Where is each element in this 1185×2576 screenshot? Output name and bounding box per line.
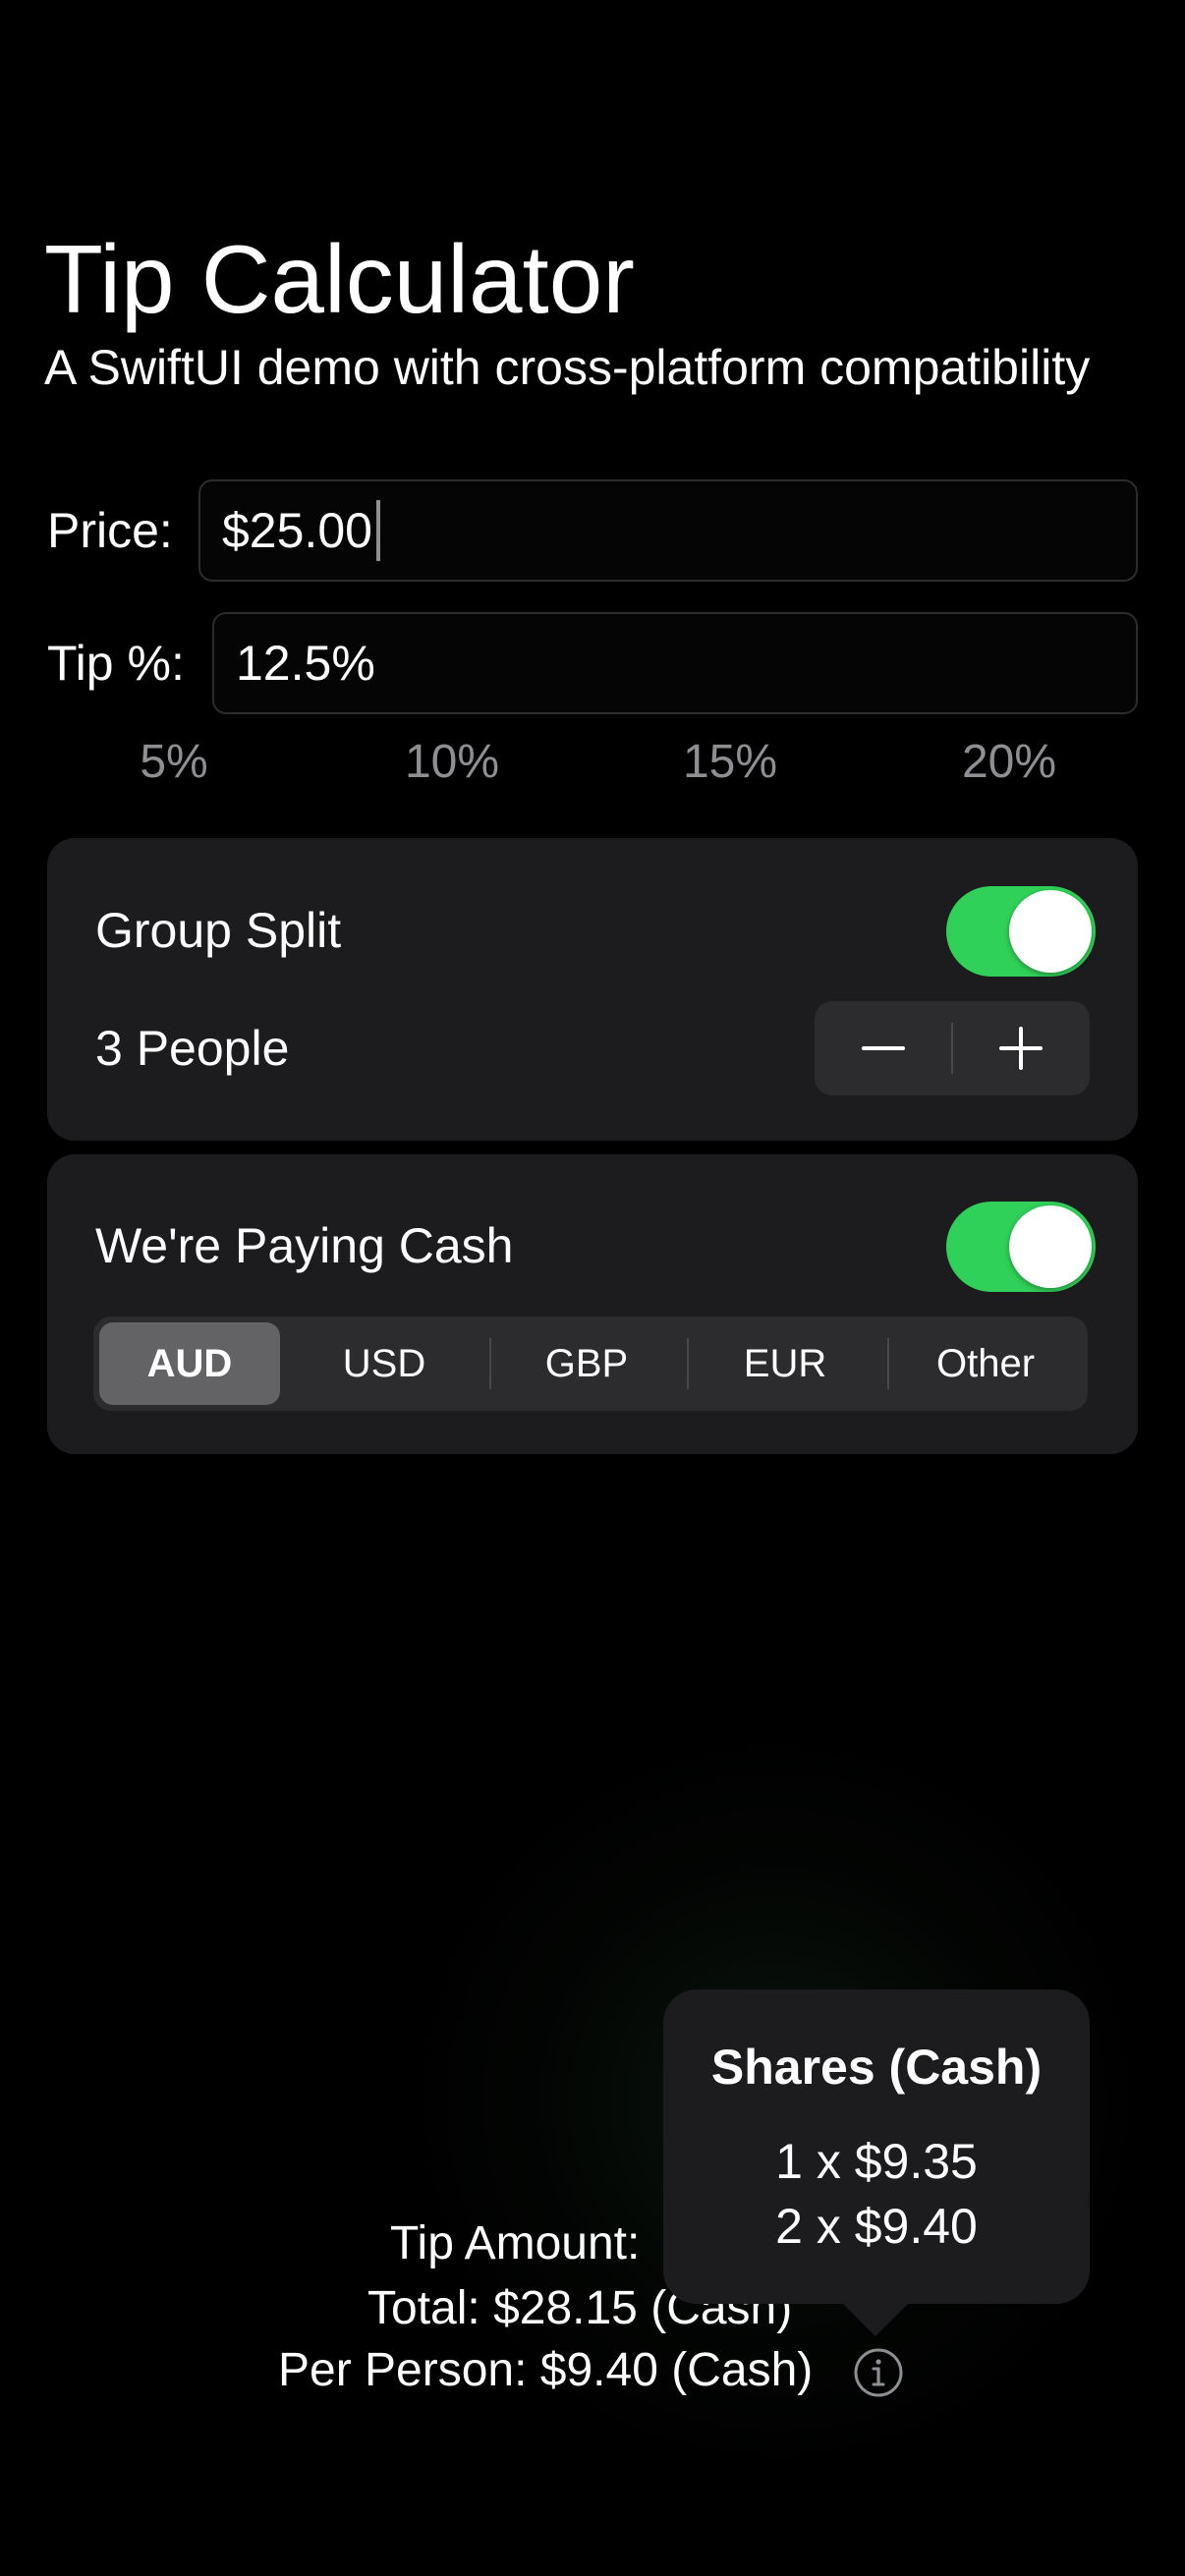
people-count: 3 People xyxy=(95,1021,290,1076)
group-split-toggle[interactable] xyxy=(946,886,1096,977)
info-circle-icon[interactable] xyxy=(853,2347,904,2398)
popover-share-line: 2 x $9.40 xyxy=(775,2199,978,2254)
tip-field[interactable]: 12.5% xyxy=(212,612,1138,714)
page-title: Tip Calculator xyxy=(44,225,635,333)
tip-label: Tip %: xyxy=(47,636,185,691)
currency-picker: AUD USD GBP EUR Other xyxy=(93,1316,1088,1411)
currency-other[interactable]: Other xyxy=(889,1316,1082,1411)
tip-amount-line: Tip Amount: xyxy=(390,2217,641,2269)
tip-preset-5[interactable]: 5% xyxy=(85,733,262,792)
cash-label: We're Paying Cash xyxy=(95,1218,514,1273)
plus-icon xyxy=(999,1027,1043,1070)
cash-toggle[interactable] xyxy=(946,1202,1096,1292)
page-subtitle: A SwiftUI demo with cross-platform compa… xyxy=(44,340,1091,395)
currency-eur[interactable]: EUR xyxy=(689,1316,881,1411)
people-stepper xyxy=(815,1001,1090,1095)
popover-share-line: 1 x $9.35 xyxy=(775,2134,978,2189)
minus-icon xyxy=(862,1046,905,1050)
tip-preset-10[interactable]: 10% xyxy=(364,733,540,792)
text-caret xyxy=(375,500,380,561)
tip-value: 12.5% xyxy=(236,636,375,691)
increment-button[interactable] xyxy=(952,1001,1090,1095)
toggle-knob xyxy=(1009,890,1092,973)
price-value: $25.00 xyxy=(222,503,372,558)
tip-preset-20[interactable]: 20% xyxy=(921,733,1098,792)
group-split-label: Group Split xyxy=(95,903,342,958)
popover-title: Shares (Cash) xyxy=(710,2040,1043,2095)
currency-aud[interactable]: AUD xyxy=(99,1322,280,1405)
price-label: Price: xyxy=(47,503,173,558)
popover-arrow xyxy=(840,2301,911,2336)
currency-gbp[interactable]: GBP xyxy=(490,1316,683,1411)
decrement-button[interactable] xyxy=(815,1001,952,1095)
toggle-knob xyxy=(1009,1205,1092,1288)
currency-usd[interactable]: USD xyxy=(286,1316,482,1411)
price-field[interactable]: $25.00 xyxy=(198,479,1138,582)
per-person-line: Per Person: $9.40 (Cash) xyxy=(278,2344,814,2396)
tip-preset-15[interactable]: 15% xyxy=(642,733,818,792)
